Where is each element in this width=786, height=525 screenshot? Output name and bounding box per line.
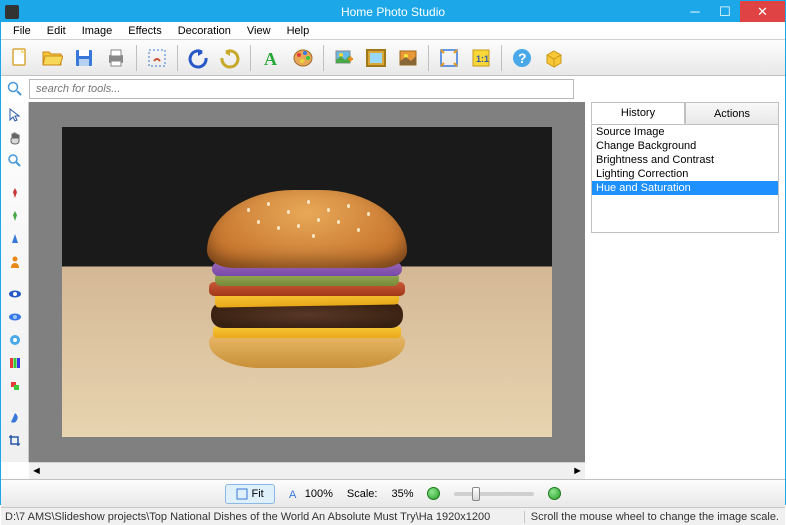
canvas-area[interactable] [29,102,585,462]
svg-text:?: ? [518,50,527,66]
scroll-left-icon[interactable]: ◄ [31,465,42,477]
fit-button[interactable]: Fit [225,484,275,504]
status-path: D:\7 AMS\Slideshow projects\Top National… [1,511,494,523]
zoom-bar: Fit A 100% Scale: 35% [1,479,785,507]
window-title: Home Photo Studio [341,5,445,19]
history-item-selected[interactable]: Hue and Saturation [592,181,778,195]
tab-history[interactable]: History [591,102,685,124]
blue-cone-tool[interactable] [3,228,27,250]
history-list[interactable]: Source Image Change Background Brightnes… [591,125,779,233]
eye-brighten-tool[interactable] [3,329,27,351]
panel-tabs: History Actions [591,102,779,125]
smudge-tool[interactable] [3,407,27,429]
horizontal-scrollbar[interactable]: ◄ ► [29,462,585,479]
main-area: History Actions Source Image Change Back… [1,102,785,462]
menu-edit[interactable]: Edit [39,24,74,38]
right-panel: History Actions Source Image Change Back… [585,102,785,462]
tab-actions[interactable]: Actions [685,102,779,124]
red-brush-tool[interactable] [3,182,27,204]
history-item[interactable]: Lighting Correction [592,167,778,181]
fit-icon [236,488,248,500]
history-item[interactable]: Change Background [592,139,778,153]
burger-illustration [187,182,427,382]
pct-label: 100% [305,488,333,500]
svg-text:A: A [264,49,277,69]
zoom-a-icon: A [289,488,301,500]
cut-region-button[interactable] [142,43,172,73]
menu-image[interactable]: Image [74,24,121,38]
menubar: File Edit Image Effects Decoration View … [1,22,785,40]
svg-text:A: A [289,489,297,500]
redo-button[interactable] [215,43,245,73]
menu-view[interactable]: View [239,24,279,38]
menu-file[interactable]: File [5,24,39,38]
insert-image-button[interactable] [329,43,359,73]
history-item[interactable]: Brightness and Contrast [592,153,778,167]
package-button[interactable] [539,43,569,73]
new-file-button[interactable] [5,43,35,73]
scale-label: Scale: [347,488,378,500]
close-button[interactable]: ✕ [740,1,785,22]
undo-button[interactable] [183,43,213,73]
search-bar [1,76,785,102]
picture-effect-button[interactable] [393,43,423,73]
app-icon [5,5,19,19]
save-button[interactable] [69,43,99,73]
status-bar: D:\7 AMS\Slideshow projects\Top National… [1,507,785,525]
zoom-slider-thumb[interactable] [472,487,480,501]
person-tool[interactable] [3,251,27,273]
fit-screen-button[interactable] [434,43,464,73]
print-button[interactable] [101,43,131,73]
minimize-button[interactable]: ─ [680,1,710,22]
eye-correction-tool-1[interactable] [3,283,27,305]
pointer-tool[interactable] [3,104,27,126]
open-folder-button[interactable] [37,43,67,73]
scale-value: 35% [391,488,413,500]
window-controls: ─ ☐ ✕ [680,1,785,22]
clone-stamp-tool[interactable] [3,375,27,397]
scroll-right-icon[interactable]: ► [572,465,583,477]
help-button[interactable]: ? [507,43,537,73]
fit-label: Fit [252,488,264,500]
color-bars-tool[interactable] [3,352,27,374]
search-input[interactable] [29,79,574,99]
hand-tool[interactable] [3,127,27,149]
canvas-image[interactable] [62,127,552,437]
frame-button[interactable] [361,43,391,73]
status-hint: Scroll the mouse wheel to change the ima… [524,511,785,523]
zoom-in-button[interactable] [548,487,561,500]
menu-help[interactable]: Help [279,24,318,38]
zoom-out-button[interactable] [427,487,440,500]
titlebar: Home Photo Studio ─ ☐ ✕ [1,1,785,22]
history-item[interactable]: Source Image [592,125,778,139]
main-toolbar: A 1:1 ? [1,40,785,76]
zoom-slider[interactable] [454,492,534,496]
eye-correction-tool-2[interactable] [3,306,27,328]
search-icon [7,81,23,97]
menu-decoration[interactable]: Decoration [170,24,239,38]
actual-size-link[interactable]: A 100% [289,488,333,500]
actual-size-button[interactable]: 1:1 [466,43,496,73]
green-brush-tool[interactable] [3,205,27,227]
menu-effects[interactable]: Effects [120,24,169,38]
crop-tool[interactable] [3,430,27,452]
svg-text:1:1: 1:1 [476,54,489,64]
text-button[interactable]: A [256,43,286,73]
zoom-tool[interactable] [3,150,27,172]
maximize-button[interactable]: ☐ [710,1,740,22]
color-palette-button[interactable] [288,43,318,73]
side-toolbar [1,102,29,462]
